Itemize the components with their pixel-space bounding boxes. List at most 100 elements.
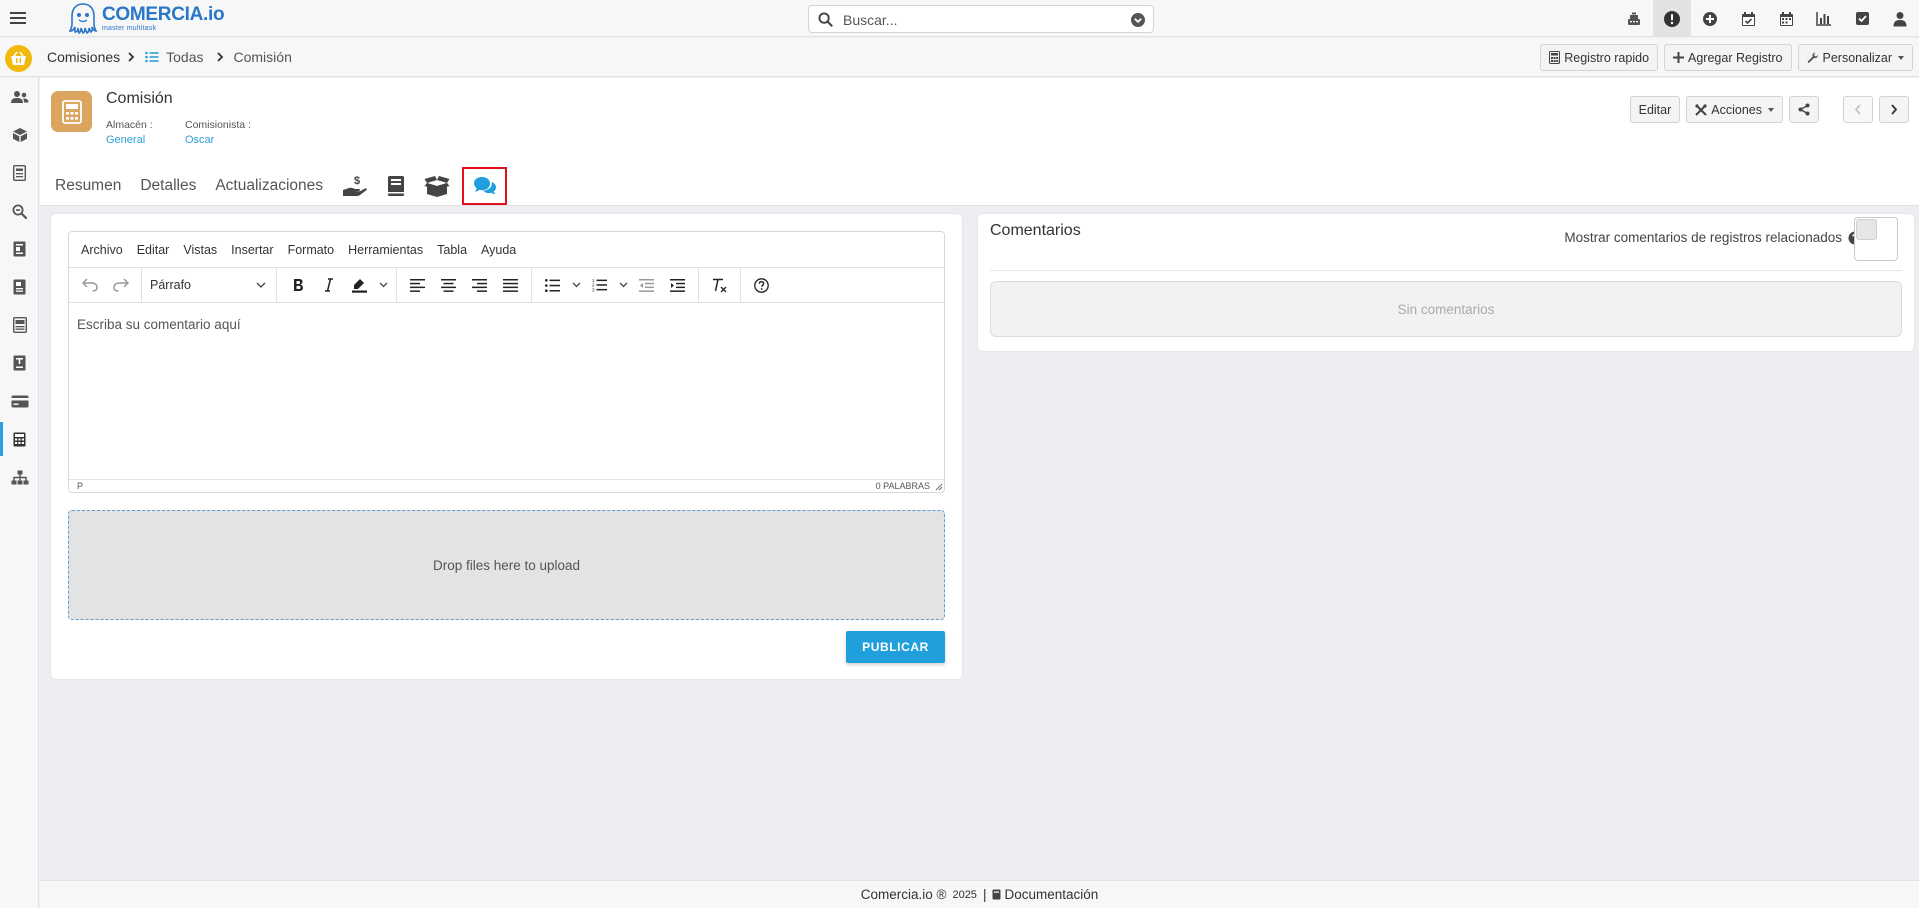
tab-products[interactable] xyxy=(424,175,450,197)
tab-updates[interactable]: Actualizaciones xyxy=(215,177,323,195)
bullet-list-button[interactable] xyxy=(538,271,567,299)
sidebar-item-organization[interactable] xyxy=(0,458,39,496)
sidebar-item-payments[interactable] xyxy=(0,268,39,306)
block-format-select[interactable]: Párrafo xyxy=(148,271,270,299)
menu-table[interactable]: Tabla xyxy=(437,243,467,257)
quick-record-button[interactable]: Registro rapido xyxy=(1540,44,1659,71)
align-center-button[interactable] xyxy=(434,271,463,299)
sidebar-item-search[interactable] xyxy=(0,192,39,230)
comment-textarea[interactable]: Escriba su comentario aquí xyxy=(69,303,944,483)
element-path[interactable]: P xyxy=(77,481,83,491)
sidebar-item-transfers[interactable] xyxy=(0,344,39,382)
caret-down-icon xyxy=(1768,107,1774,112)
top-icon-bar xyxy=(1615,0,1919,37)
align-justify-button[interactable] xyxy=(496,271,525,299)
record-calculator-icon xyxy=(51,91,92,132)
comments-divider xyxy=(990,270,1902,271)
field-value-commissioner[interactable]: Oscar xyxy=(185,134,214,146)
menu-view[interactable]: Vistas xyxy=(183,243,217,257)
sidebar-item-quotes[interactable] xyxy=(0,154,39,192)
tab-summary[interactable]: Resumen xyxy=(55,177,121,195)
sidebar-item-inventory[interactable] xyxy=(0,116,39,154)
search-input[interactable] xyxy=(843,11,1113,29)
edit-label: Editar xyxy=(1638,102,1672,117)
undo-button[interactable] xyxy=(75,271,104,299)
check-square-icon[interactable] xyxy=(1843,0,1881,37)
help-button[interactable] xyxy=(747,271,776,299)
boxes-icon xyxy=(12,128,27,142)
field-value-warehouse[interactable]: General xyxy=(106,134,145,146)
highlight-color-button[interactable] xyxy=(345,271,374,299)
rich-text-editor: Archivo Editar Vistas Insertar Formato H… xyxy=(68,231,945,493)
related-comments-toggle[interactable] xyxy=(1854,217,1898,261)
calendar-check-icon[interactable] xyxy=(1729,0,1767,37)
highlight-color-dropdown[interactable] xyxy=(376,271,390,299)
share-button[interactable] xyxy=(1789,96,1819,123)
text-style-group xyxy=(277,267,397,303)
share-icon xyxy=(1798,103,1810,116)
customize-button[interactable]: Personalizar xyxy=(1797,44,1913,71)
users-icon xyxy=(10,91,28,103)
app-logo[interactable]: COMERCIA.io master multitask xyxy=(68,2,225,35)
breadcrumb-list[interactable]: Todas xyxy=(166,49,203,65)
sidebar-item-contacts[interactable] xyxy=(0,78,39,116)
bold-button[interactable] xyxy=(283,271,312,299)
tab-details[interactable]: Detalles xyxy=(140,177,196,195)
italic-button[interactable] xyxy=(314,271,343,299)
sidebar-item-commissions[interactable] xyxy=(0,420,39,458)
hamburger-menu-icon[interactable] xyxy=(8,8,28,28)
menu-file[interactable]: Archivo xyxy=(81,243,123,257)
numbered-list-icon: 123 xyxy=(592,278,607,292)
basket-icon[interactable] xyxy=(5,45,32,72)
resize-handle-icon[interactable] xyxy=(933,481,943,491)
sidebar-item-cards[interactable] xyxy=(0,382,39,420)
next-record-button[interactable] xyxy=(1879,96,1909,123)
publish-button[interactable]: PUBLICAR xyxy=(846,631,945,663)
cash-register-icon[interactable] xyxy=(1615,0,1653,37)
align-right-button[interactable] xyxy=(465,271,494,299)
sidebar-item-invoices[interactable] xyxy=(0,230,39,268)
tab-payments[interactable]: $ xyxy=(342,174,368,198)
indent-button[interactable] xyxy=(663,271,692,299)
chevron-down-circle-icon[interactable] xyxy=(1130,12,1146,28)
actions-button[interactable]: Acciones xyxy=(1686,96,1783,123)
exclamation-circle-icon[interactable] xyxy=(1653,0,1691,37)
outdent-button[interactable] xyxy=(632,271,661,299)
edit-button[interactable]: Editar xyxy=(1629,96,1681,123)
file-dropzone[interactable]: Drop files here to upload xyxy=(68,510,945,620)
prev-record-button[interactable] xyxy=(1843,96,1873,123)
clear-formatting-button[interactable] xyxy=(705,271,734,299)
sidebar xyxy=(0,78,39,908)
menu-edit[interactable]: Editar xyxy=(137,243,170,257)
add-record-button[interactable]: Agregar Registro xyxy=(1664,44,1792,71)
chevron-left-icon xyxy=(1854,104,1861,115)
tab-comments[interactable] xyxy=(462,167,508,205)
breadcrumb-bar: Comisiones Todas Comisión Registro rapid… xyxy=(0,38,1919,77)
related-comments-label: Mostrar comentarios de registros relacio… xyxy=(1564,230,1842,245)
redo-button[interactable] xyxy=(106,271,135,299)
breadcrumb-root[interactable]: Comisiones xyxy=(47,49,120,65)
toggle-knob xyxy=(1856,219,1877,240)
editor-statusbar: P 0 PALABRAS xyxy=(69,479,944,492)
menu-insert[interactable]: Insertar xyxy=(231,243,273,257)
word-count[interactable]: 0 PALABRAS xyxy=(876,481,930,491)
align-left-icon xyxy=(410,278,425,292)
clear-formatting-icon xyxy=(712,278,726,292)
documentation-link[interactable]: Documentación xyxy=(1004,887,1098,902)
menu-help[interactable]: Ayuda xyxy=(481,243,516,257)
bullet-list-dropdown[interactable] xyxy=(569,271,583,299)
chevron-down-icon xyxy=(256,282,266,288)
user-icon[interactable] xyxy=(1881,0,1919,37)
calendar-icon[interactable] xyxy=(1767,0,1805,37)
menu-tools[interactable]: Herramientas xyxy=(348,243,423,257)
chart-bar-icon[interactable] xyxy=(1805,0,1843,37)
numbered-list-button[interactable]: 123 xyxy=(585,271,614,299)
plus-circle-icon[interactable] xyxy=(1691,0,1729,37)
global-search[interactable] xyxy=(808,5,1154,33)
sidebar-item-credit-notes[interactable] xyxy=(0,306,39,344)
numbered-list-dropdown[interactable] xyxy=(616,271,630,299)
tab-notes[interactable] xyxy=(387,175,405,197)
menu-format[interactable]: Formato xyxy=(288,243,335,257)
align-left-button[interactable] xyxy=(403,271,432,299)
breadcrumb: Comisiones Todas Comisión xyxy=(47,49,292,65)
